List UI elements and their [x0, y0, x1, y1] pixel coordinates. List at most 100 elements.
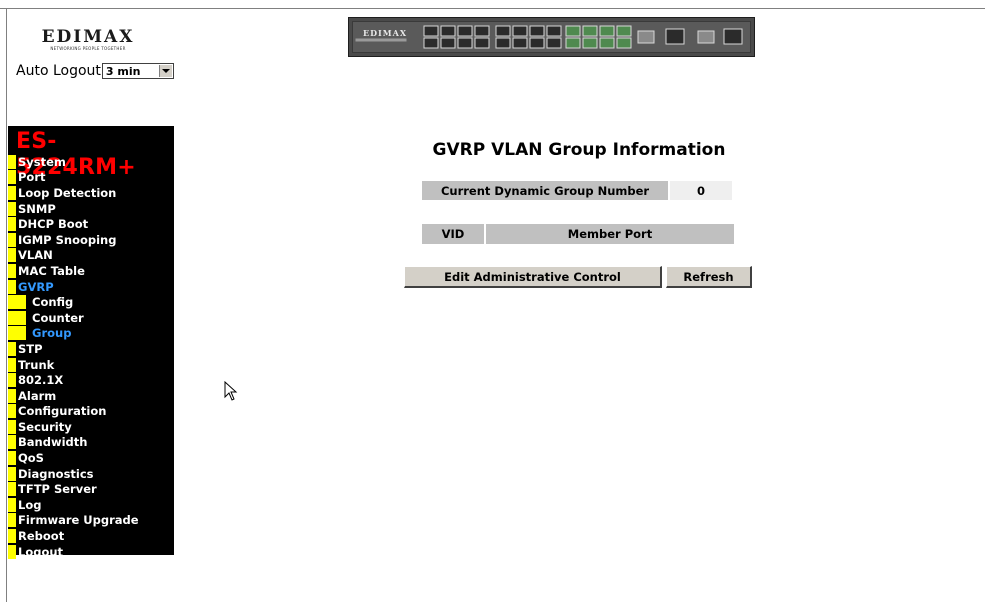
current-dynamic-group-value: 0: [670, 181, 732, 200]
port-bottom: [457, 37, 473, 49]
menu-marker: [8, 435, 16, 450]
sidebar-item-port[interactable]: Port: [8, 170, 174, 186]
port-top: [457, 25, 473, 37]
port-bottom: [582, 37, 598, 49]
sidebar-item-security[interactable]: Security: [8, 419, 174, 435]
port-bottom: [512, 37, 528, 49]
port-top: [582, 25, 598, 37]
sidebar-item-config[interactable]: Config: [8, 294, 174, 310]
sidebar-item-label: Port: [18, 170, 46, 185]
sidebar-item-label: Security: [18, 419, 72, 434]
sidebar-item-dhcp-boot[interactable]: DHCP Boot: [8, 216, 174, 232]
sidebar-item-stp[interactable]: STP: [8, 341, 174, 357]
auto-logout-select[interactable]: 3 min: [101, 63, 174, 79]
sidebar-item-trunk[interactable]: Trunk: [8, 357, 174, 373]
sidebar-item-gvrp[interactable]: GVRP: [8, 279, 174, 295]
auto-logout: Auto Logout 3 min: [16, 62, 174, 80]
port-top: [599, 25, 615, 37]
sidebar-item-vlan[interactable]: VLAN: [8, 248, 174, 264]
refresh-button[interactable]: Refresh: [666, 266, 752, 288]
sidebar-item-logout[interactable]: Logout: [8, 544, 174, 560]
sidebar-item-label: Config: [32, 295, 74, 310]
menu-marker: [8, 232, 16, 247]
sidebar-item-tftp-server[interactable]: TFTP Server: [8, 481, 174, 497]
auto-logout-value: 3 min: [105, 64, 141, 78]
menu-marker: [8, 497, 16, 512]
sidebar-item-mac-table[interactable]: MAC Table: [8, 263, 174, 279]
sidebar-item-label: Configuration: [18, 404, 107, 419]
chevron-down-icon[interactable]: [158, 65, 172, 77]
sidebar-item-802-1x[interactable]: 802.1X: [8, 372, 174, 388]
port-top: [546, 25, 562, 37]
port-top: [474, 25, 490, 37]
sidebar-item-label: Counter: [32, 310, 84, 325]
sidebar-menu: System Port Loop Detection SNMP DHCP Boot IGM…: [8, 154, 174, 559]
menu-marker: [8, 295, 26, 310]
port-top: [495, 25, 511, 37]
sidebar-item-label: DHCP Boot: [18, 217, 89, 232]
sidebar-item-alarm[interactable]: Alarm: [8, 388, 174, 404]
sidebar-item-loop-detection[interactable]: Loop Detection: [8, 185, 174, 201]
sidebar-item-label: Loop Detection: [18, 185, 117, 200]
sidebar-item-igmp-snooping[interactable]: IGMP Snooping: [8, 232, 174, 248]
port-top: [529, 25, 545, 37]
sidebar-item-configuration[interactable]: Configuration: [8, 404, 174, 420]
sidebar-item-label: Logout: [18, 544, 64, 559]
edit-administrative-control-button[interactable]: Edit Administrative Control: [404, 266, 662, 288]
sidebar-item-label: Trunk: [18, 357, 55, 372]
device-label-strip: [355, 38, 407, 42]
port-top: [423, 25, 439, 37]
sidebar-item-bandwidth[interactable]: Bandwidth: [8, 435, 174, 451]
sidebar-item-label: Firmware Upgrade: [18, 513, 139, 528]
sidebar-item-diagnostics[interactable]: Diagnostics: [8, 466, 174, 482]
table-header-member-port: Member Port: [486, 224, 734, 244]
port-bottom: [423, 37, 439, 49]
table-header-vid: VID: [422, 224, 484, 244]
menu-marker: [8, 185, 16, 200]
sidebar-item-label: STP: [18, 341, 43, 356]
port-bottom: [495, 37, 511, 49]
sidebar-item-group[interactable]: Group: [8, 326, 174, 342]
sidebar-item-label: Diagnostics: [18, 466, 94, 481]
page-title: GVRP VLAN Group Information: [432, 140, 726, 160]
menu-marker: [8, 544, 16, 559]
sidebar-item-system[interactable]: System: [8, 154, 174, 170]
port-bottom: [546, 37, 562, 49]
sidebar-item-label: System: [18, 154, 66, 169]
logo-tagline: NETWORKING PEOPLE TOGETHER: [50, 46, 126, 51]
port-top: [440, 25, 456, 37]
port-top: [512, 25, 528, 37]
port-top: [565, 25, 581, 37]
menu-marker: [8, 451, 16, 466]
menu-marker: [8, 513, 16, 528]
sidebar-item-label: VLAN: [18, 248, 53, 263]
menu-marker: [8, 466, 16, 481]
combo-port: [723, 28, 743, 45]
logo-brand: EDIMAX: [41, 27, 135, 47]
sidebar-item-label: Reboot: [18, 529, 65, 544]
sidebar-item-label: TFTP Server: [18, 482, 97, 497]
sidebar-item-log[interactable]: Log: [8, 497, 174, 513]
sidebar-item-reboot[interactable]: Reboot: [8, 528, 174, 544]
menu-marker: [8, 419, 16, 434]
menu-marker: [8, 388, 16, 403]
switch-front-panel-image: EDIMAX: [348, 17, 755, 57]
port-top: [616, 25, 632, 37]
sidebar-item-label: SNMP: [18, 201, 56, 216]
sidebar-item-snmp[interactable]: SNMP: [8, 201, 174, 217]
menu-marker: [8, 357, 16, 372]
menu-marker: [8, 341, 16, 356]
mouse-pointer-icon: [224, 381, 238, 401]
menu-marker: [8, 170, 16, 185]
menu-marker: [8, 248, 16, 263]
combo-port: [665, 28, 685, 45]
sidebar-item-firmware-upgrade[interactable]: Firmware Upgrade: [8, 513, 174, 529]
sidebar-item-qos[interactable]: QoS: [8, 450, 174, 466]
sfp-slot: [637, 30, 655, 44]
menu-marker: [8, 154, 16, 169]
port-bottom: [565, 37, 581, 49]
port-bottom: [616, 37, 632, 49]
sidebar-item-label: 802.1X: [18, 373, 64, 388]
sidebar-item-label: MAC Table: [18, 263, 85, 278]
sidebar-item-counter[interactable]: Counter: [8, 310, 174, 326]
